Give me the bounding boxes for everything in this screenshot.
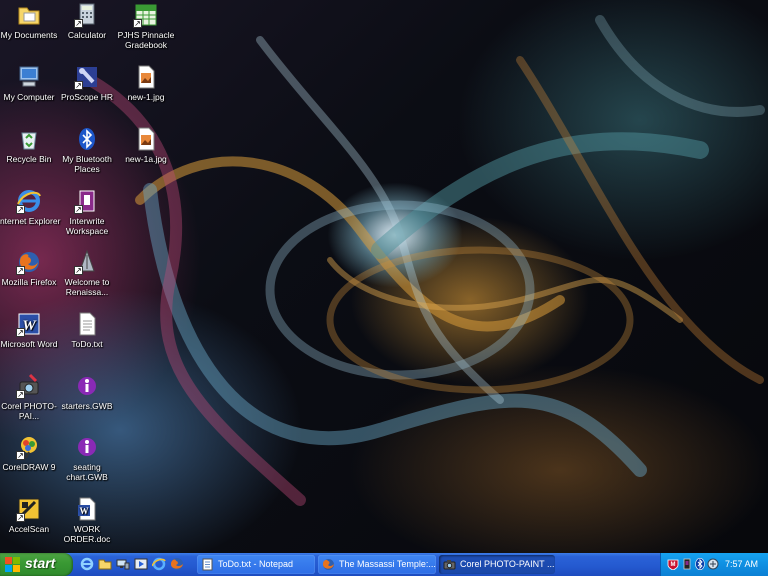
firefox-icon[interactable] <box>170 557 184 571</box>
folder-documents-icon <box>16 2 42 28</box>
corel-photo-paint-icon <box>443 558 456 571</box>
gwb-file-icon <box>74 373 100 399</box>
shortcut-arrow-icon: ↗ <box>16 266 25 275</box>
desktop-icon-work-order-doc[interactable]: W WORK ORDER.doc <box>52 496 122 544</box>
task-button-corel-photo-paint[interactable]: Corel PHOTO-PAINT ... <box>439 555 555 574</box>
task-button-notepad[interactable]: ToDo.txt - Notepad <box>197 555 315 574</box>
corel-photo-paint-icon: ↗ <box>16 373 42 399</box>
desktop-icon-label: PJHS Pinnacle Gradebook <box>117 30 175 50</box>
word-doc-icon: W <box>74 496 100 522</box>
shortcut-arrow-icon: ↗ <box>74 266 83 275</box>
accelscan-icon: ↗ <box>16 496 42 522</box>
shortcut-arrow-icon: ↗ <box>133 19 142 28</box>
word-icon: W ↗ <box>16 311 42 337</box>
text-file-icon <box>74 311 100 337</box>
folder-icon[interactable] <box>98 557 112 571</box>
shortcut-arrow-icon: ↗ <box>74 81 83 90</box>
proscope-icon: ↗ <box>74 64 100 90</box>
gwb-file-icon <box>74 434 100 460</box>
app-icon[interactable] <box>681 558 693 570</box>
windows-flag-icon <box>5 557 20 572</box>
svg-text:M: M <box>671 562 676 568</box>
start-button[interactable]: start <box>0 553 73 576</box>
desktop-icon-label: Welcome to Renaissa... <box>64 277 110 297</box>
shortcut-arrow-icon: ↗ <box>16 451 25 460</box>
network-icon[interactable] <box>116 557 130 571</box>
desktop-icon-starters-gwb[interactable]: starters.GWB <box>52 373 122 411</box>
desktop-icon-label: new-1a.jpg <box>125 154 167 164</box>
task-label: The Massassi Temple:... <box>339 559 436 569</box>
desktop-icon-todo-txt[interactable]: ToDo.txt <box>52 311 122 349</box>
internet-explorer-icon: ↗ <box>16 188 42 214</box>
interwrite-icon: ↗ <box>74 188 100 214</box>
start-label: start <box>25 555 56 571</box>
desktop-icon-label: starters.GWB <box>61 401 113 411</box>
desktop-icon-label: new-1.jpg <box>127 92 165 102</box>
coreldraw-icon: ↗ <box>16 434 42 460</box>
desktop-icon-label: WORK ORDER.doc <box>63 524 111 544</box>
desktop[interactable]: My Documents My Computer Recycle Bin ↗ I… <box>0 0 768 553</box>
notepad-icon <box>201 558 214 571</box>
task-button-firefox[interactable]: The Massassi Temple:... <box>318 555 436 574</box>
desktop-icon-new-1-jpg[interactable]: new-1.jpg <box>111 64 181 102</box>
firefox-icon: ↗ <box>16 249 42 275</box>
taskbar: start ToDo.txt - Notepad The Massassi Te… <box>0 553 768 576</box>
desktop-icon-label: Interwrite Workspace <box>65 216 109 236</box>
gradebook-icon: ↗ <box>133 2 159 28</box>
renaissance-icon: ↗ <box>74 249 100 275</box>
desktop-icon-new-1a-jpg[interactable]: new-1a.jpg <box>111 126 181 164</box>
calculator-icon: ↗ <box>74 2 100 28</box>
firefox-icon <box>322 558 335 571</box>
internet-explorer-icon[interactable] <box>80 557 94 571</box>
desktop-icon-label: ToDo.txt <box>71 339 103 349</box>
recycle-bin-icon <box>16 126 42 152</box>
clock[interactable]: 7:57 AM <box>725 553 758 576</box>
jpg-file-icon <box>133 126 159 152</box>
desktop-icon-welcome-renaissance[interactable]: ↗ Welcome to Renaissa... <box>52 249 122 297</box>
computer-icon <box>16 64 42 90</box>
jpg-file-icon <box>133 64 159 90</box>
task-label: ToDo.txt - Notepad <box>218 559 294 569</box>
mcafee-icon[interactable]: M <box>667 558 679 571</box>
desktop-icon-label: seating chart.GWB <box>66 462 108 482</box>
shortcut-arrow-icon: ↗ <box>74 205 83 214</box>
shortcut-arrow-icon: ↗ <box>16 513 25 522</box>
desktop-icon-pjhs-pinnacle-gradebook[interactable]: ↗ PJHS Pinnacle Gradebook <box>111 2 181 50</box>
bluetooth-icon <box>74 126 100 152</box>
ie-icon[interactable] <box>151 557 166 571</box>
desktop-icon-interwrite-workspace[interactable]: ↗ Interwrite Workspace <box>52 188 122 236</box>
desktop-icon-seating-chart-gwb[interactable]: seating chart.GWB <box>52 434 122 482</box>
shortcut-arrow-icon: ↗ <box>74 19 83 28</box>
shortcut-arrow-icon: ↗ <box>16 328 25 337</box>
svg-text:W: W <box>80 506 89 516</box>
system-tray: M 7:57 AM <box>660 553 768 576</box>
media-icon[interactable] <box>134 557 148 571</box>
shortcut-arrow-icon: ↗ <box>16 205 25 214</box>
bluetooth-icon[interactable] <box>694 557 706 571</box>
network-icon[interactable] <box>707 558 719 570</box>
task-label: Corel PHOTO-PAINT ... <box>460 559 555 569</box>
shortcut-arrow-icon: ↗ <box>16 390 25 399</box>
